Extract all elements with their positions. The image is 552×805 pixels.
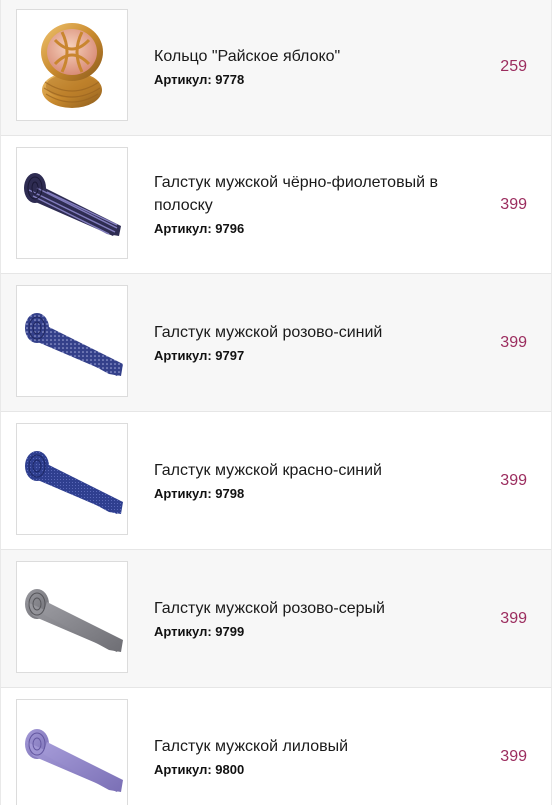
ring-icon [41, 23, 103, 108]
product-image[interactable] [16, 561, 128, 673]
product-row-9778[interactable]: Кольцо "Райское яблоко" Артикул: 9778 25… [0, 0, 552, 136]
tie-icon [25, 313, 123, 376]
product-price: 399 [500, 333, 527, 351]
product-name[interactable]: Галстук мужской чёрно-фиолетовый в полос… [154, 171, 471, 217]
product-list: Кольцо "Райское яблоко" Артикул: 9778 25… [0, 0, 552, 805]
product-sku: Артикул: 9799 [154, 623, 245, 639]
product-row-9796[interactable]: Галстук мужской чёрно-фиолетовый в полос… [0, 136, 552, 274]
product-sku: Артикул: 9796 [154, 221, 245, 236]
product-price: 399 [500, 609, 527, 627]
product-name[interactable]: Галстук мужской красно-синий [154, 459, 471, 482]
product-price: 399 [500, 471, 527, 489]
product-info: Галстук мужской лиловый Артикул: 9800 [154, 688, 471, 805]
product-price: 399 [500, 195, 527, 213]
product-name[interactable]: Кольцо "Райское яблоко" [154, 45, 471, 68]
product-info: Галстук мужской розово-серый Артикул: 97… [154, 550, 471, 687]
product-name[interactable]: Галстук мужской розово-синий [154, 321, 471, 344]
product-image[interactable] [16, 285, 128, 397]
tie-icon [25, 729, 123, 792]
product-image[interactable] [16, 147, 128, 259]
product-name[interactable]: Галстук мужской лиловый [154, 735, 471, 758]
product-sku: Артикул: 9800 [154, 761, 245, 777]
product-image[interactable] [16, 9, 128, 121]
product-row-9797[interactable]: Галстук мужской розово-синий Артикул: 97… [0, 274, 552, 412]
product-info: Галстук мужской красно-синий Артикул: 97… [154, 412, 471, 549]
product-image[interactable] [16, 699, 128, 805]
product-name[interactable]: Галстук мужской розово-серый [154, 597, 471, 620]
product-row-9799[interactable]: Галстук мужской розово-серый Артикул: 97… [0, 550, 552, 688]
product-image[interactable] [16, 423, 128, 535]
tie-icon [25, 589, 123, 652]
product-info: Галстук мужской розово-синий Артикул: 97… [154, 274, 471, 411]
tie-icon [24, 173, 121, 236]
product-sku: Артикул: 9797 [154, 347, 245, 363]
product-info: Кольцо "Райское яблоко" Артикул: 9778 [154, 0, 471, 135]
product-price: 259 [500, 57, 527, 75]
product-row-9800[interactable]: Галстук мужской лиловый Артикул: 9800 39… [0, 688, 552, 805]
product-price: 399 [500, 747, 527, 765]
product-row-9798[interactable]: Галстук мужской красно-синий Артикул: 97… [0, 412, 552, 550]
tie-icon [25, 451, 123, 514]
product-sku: Артикул: 9778 [154, 71, 245, 87]
product-sku: Артикул: 9798 [154, 485, 245, 501]
product-info: Галстук мужской чёрно-фиолетовый в полос… [154, 136, 471, 273]
